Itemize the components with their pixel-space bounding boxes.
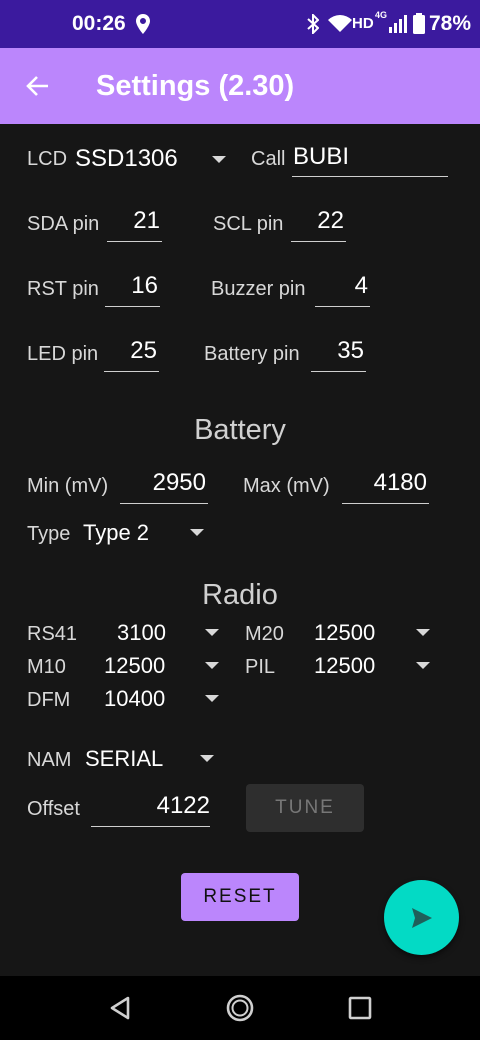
signal-icon bbox=[389, 15, 407, 33]
chevron-down-icon bbox=[205, 695, 219, 702]
nav-home-icon[interactable] bbox=[225, 993, 255, 1023]
sda-pin-input[interactable]: 21 bbox=[107, 204, 162, 242]
chevron-down-icon bbox=[190, 529, 204, 536]
offset-input[interactable]: 4122 bbox=[91, 789, 210, 827]
battery-max-input[interactable]: 4180 bbox=[342, 466, 429, 504]
send-icon bbox=[412, 908, 432, 928]
buzzer-pin-value: 4 bbox=[354, 272, 368, 299]
status-time: 00:26 bbox=[72, 12, 126, 35]
scl-pin-input[interactable]: 22 bbox=[291, 204, 346, 242]
m20-dropdown[interactable]: 12500 bbox=[314, 618, 438, 648]
rs41-value: 3100 bbox=[117, 620, 166, 645]
battery-pin-input[interactable]: 35 bbox=[311, 334, 366, 372]
chevron-down-icon bbox=[205, 629, 219, 636]
reset-button[interactable]: RESET bbox=[181, 873, 299, 921]
battery-section-title: Battery bbox=[194, 414, 286, 446]
battery-max-value: 4180 bbox=[373, 469, 427, 496]
network-label: HD bbox=[352, 15, 374, 32]
radio-section-title: Radio bbox=[202, 579, 278, 611]
chevron-down-icon bbox=[212, 156, 226, 163]
m10-value: 12500 bbox=[104, 653, 166, 678]
page-title: Settings (2.30) bbox=[96, 70, 295, 102]
led-pin-value: 25 bbox=[130, 337, 157, 364]
battery-min-label: Min (mV) bbox=[27, 475, 109, 497]
dfm-dropdown[interactable]: 10400 bbox=[104, 684, 226, 714]
rst-pin-label: RST pin bbox=[27, 278, 99, 300]
battery-type-dropdown[interactable]: Type 2 bbox=[83, 518, 208, 548]
pil-label: PIL bbox=[245, 656, 276, 678]
sda-pin-label: SDA pin bbox=[27, 213, 100, 235]
nam-dropdown[interactable]: SERIAL bbox=[85, 744, 217, 774]
chevron-down-icon bbox=[200, 755, 214, 762]
nam-label: NAM bbox=[27, 749, 72, 771]
nav-recents-icon[interactable] bbox=[348, 996, 372, 1020]
buzzer-pin-input[interactable]: 4 bbox=[315, 269, 370, 307]
chevron-down-icon bbox=[205, 662, 219, 669]
settings-content: LCD SSD1306 Call BUBI SDA pin 21 SCL pin… bbox=[0, 124, 480, 976]
battery-min-input[interactable]: 2950 bbox=[120, 466, 208, 504]
offset-value: 4122 bbox=[156, 792, 210, 819]
app-bar: Settings (2.30) bbox=[0, 48, 480, 124]
m10-dropdown[interactable]: 12500 bbox=[104, 651, 226, 681]
lcd-dropdown[interactable]: SSD1306 bbox=[75, 142, 235, 174]
tune-button[interactable]: TUNE bbox=[246, 784, 364, 832]
location-icon bbox=[136, 14, 150, 34]
battery-pin-label: Battery pin bbox=[204, 343, 300, 365]
pil-dropdown[interactable]: 12500 bbox=[314, 651, 438, 681]
led-pin-input[interactable]: 25 bbox=[104, 334, 159, 372]
wifi-icon bbox=[328, 15, 352, 32]
m20-value: 12500 bbox=[314, 620, 376, 645]
dfm-label: DFM bbox=[27, 689, 71, 711]
lcd-label: LCD bbox=[27, 148, 68, 170]
rst-pin-value: 16 bbox=[131, 272, 158, 299]
lcd-value: SSD1306 bbox=[75, 145, 178, 172]
rs41-label: RS41 bbox=[27, 623, 78, 645]
battery-type-value: Type 2 bbox=[83, 520, 150, 545]
led-pin-label: LED pin bbox=[27, 343, 99, 365]
call-input[interactable]: BUBI bbox=[292, 140, 448, 177]
status-bar: 00:26 HD 4G 78% bbox=[0, 0, 480, 48]
send-fab[interactable] bbox=[384, 880, 459, 955]
battery-icon bbox=[413, 13, 425, 34]
battery-min-value: 2950 bbox=[152, 469, 206, 496]
network-sup-label: 4G bbox=[375, 10, 388, 20]
pil-value: 12500 bbox=[314, 653, 376, 678]
buzzer-pin-label: Buzzer pin bbox=[211, 278, 306, 300]
chevron-down-icon bbox=[416, 662, 430, 669]
m10-label: M10 bbox=[27, 656, 66, 678]
battery-max-label: Max (mV) bbox=[243, 475, 330, 497]
sda-pin-value: 21 bbox=[133, 207, 160, 234]
dfm-value: 10400 bbox=[104, 686, 166, 711]
back-arrow-icon[interactable] bbox=[26, 74, 50, 98]
scl-pin-value: 22 bbox=[317, 207, 344, 234]
offset-label: Offset bbox=[27, 798, 80, 820]
m20-label: M20 bbox=[245, 623, 284, 645]
navigation-bar bbox=[0, 976, 480, 1040]
battery-type-label: Type bbox=[27, 523, 71, 545]
call-value: BUBI bbox=[293, 143, 350, 170]
chevron-down-icon bbox=[416, 629, 430, 636]
scl-pin-label: SCL pin bbox=[213, 213, 284, 235]
bluetooth-icon bbox=[307, 14, 319, 34]
call-label: Call bbox=[251, 148, 286, 170]
battery-percent: 78% bbox=[429, 12, 472, 35]
nav-back-icon[interactable] bbox=[108, 996, 132, 1020]
battery-pin-value: 35 bbox=[337, 337, 364, 364]
rs41-dropdown[interactable]: 3100 bbox=[104, 618, 226, 648]
rst-pin-input[interactable]: 16 bbox=[105, 269, 160, 307]
nam-value: SERIAL bbox=[85, 746, 164, 771]
